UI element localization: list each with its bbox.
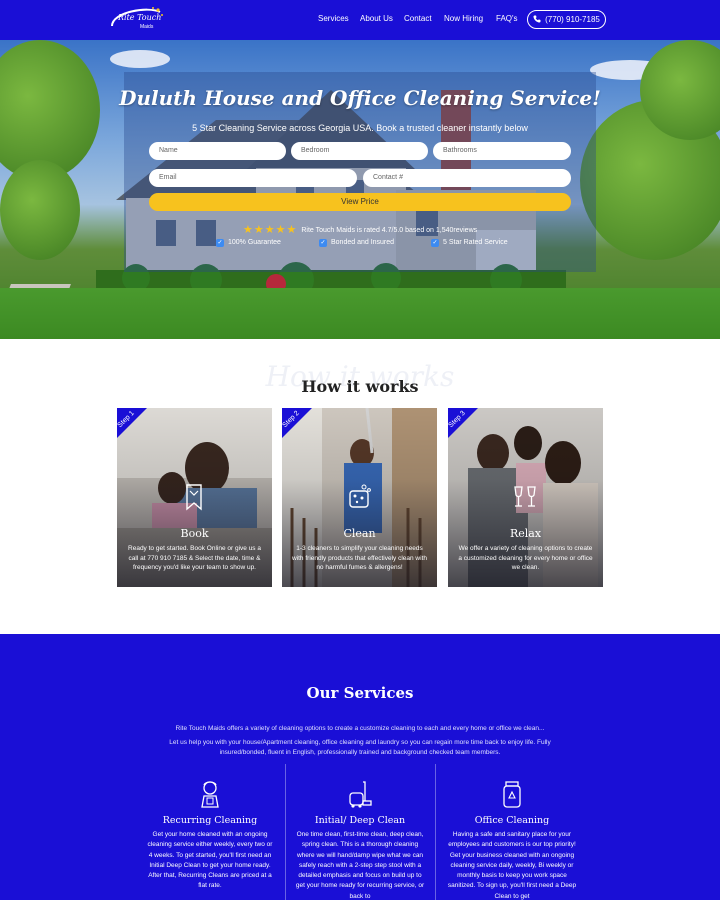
cloud	[110, 50, 170, 68]
feature-label: 100% Guarantee	[228, 239, 281, 246]
step-ribbon: Step 3	[448, 408, 486, 446]
nav-link-about-us[interactable]: About Us	[360, 14, 393, 23]
feature-label: 5 Star Rated Service	[443, 239, 508, 246]
spray-bottle-icon	[503, 781, 521, 808]
sponge-icon	[349, 484, 371, 508]
view-price-button[interactable]: View Price	[149, 193, 571, 211]
wine-glasses-icon	[514, 486, 536, 507]
service-name: Recurring Cleaning	[162, 815, 258, 826]
card-title: Book	[180, 527, 209, 540]
service-name: Initial/ Deep Clean	[314, 815, 406, 826]
phone-icon	[533, 15, 541, 23]
service-description: One time clean, first-time clean, deep c…	[295, 831, 425, 900]
tree	[0, 160, 80, 260]
maid-icon	[201, 781, 219, 808]
column-divider	[435, 764, 436, 900]
check-icon: ✓	[431, 239, 439, 247]
service-description: Having a safe and sanitary place for you…	[447, 831, 577, 900]
services-description: Let us help you with your house/Apartmen…	[169, 739, 551, 756]
nav-link-now-hiring[interactable]: Now Hiring	[444, 14, 483, 23]
rating-text: Rite Touch Maids is rated 4.7/5.0 based …	[301, 227, 478, 234]
column-divider	[285, 764, 286, 900]
rite-touch-logo[interactable]: Rite Touch Maids	[108, 4, 166, 36]
card-description: 1-3 cleaners to simplify your cleaning n…	[291, 545, 427, 571]
services-section: Our Services Rite Touch Maids offers a v…	[0, 634, 720, 900]
services-intro: Rite Touch Maids offers a variety of cle…	[175, 725, 545, 732]
nav-link-services[interactable]: Services	[318, 14, 349, 23]
bookmark-icon	[186, 484, 202, 511]
bathrooms-select[interactable]: Bathrooms	[433, 142, 571, 160]
star-icon: ★	[264, 224, 275, 236]
service-name: Office Cleaning	[474, 815, 550, 826]
card-description: Ready to get started. Book Online or giv…	[128, 545, 261, 571]
card-description: We offer a variety of cleaning options t…	[458, 545, 593, 571]
step-card-clean: Step 2 Clean 1-3 cleaners to simplify yo…	[282, 408, 437, 587]
feature-guarantee: ✓ 100% Guarantee	[216, 239, 281, 247]
logo-subtext: Maids	[140, 24, 154, 30]
tree	[0, 40, 100, 180]
card-title: Relax	[509, 527, 542, 540]
services-title: Our Services	[306, 684, 414, 702]
bedroom-select[interactable]: Bedroom	[291, 142, 428, 160]
step-card-book: Step 1 Book Ready to get started. Book O…	[117, 408, 272, 587]
feature-rated: ✓ 5 Star Rated Service	[431, 239, 508, 247]
top-navbar: Rite Touch Maids Services About Us Conta…	[0, 0, 720, 40]
feature-bonded: ✓ Bonded and Insured	[319, 239, 394, 247]
check-icon: ✓	[319, 239, 327, 247]
hero-section: Duluth House and Office Cleaning Service…	[0, 40, 720, 339]
phone-button[interactable]: (770) 910-7185	[527, 10, 606, 29]
vacuum-icon	[349, 781, 372, 808]
step-ribbon: Step 1	[117, 408, 155, 446]
logo-text: Rite Touch	[118, 13, 162, 22]
star-icon: ★	[243, 224, 253, 236]
rating-row: ★★★★★ Rite Touch Maids is rated 4.7/5.0 b…	[243, 220, 478, 236]
nav-link-contact[interactable]: Contact	[404, 14, 432, 23]
phone-number: (770) 910-7185	[545, 15, 600, 24]
contact-input[interactable]: Contact #	[363, 169, 571, 187]
email-input[interactable]: Email	[149, 169, 357, 187]
check-icon: ✓	[216, 239, 224, 247]
lawn	[0, 288, 720, 339]
hero-title: Duluth House and Office Cleaning Service…	[119, 86, 601, 110]
nav-link-faqs[interactable]: FAQ's	[496, 14, 518, 23]
service-description: Get your home cleaned with an ongoing cl…	[147, 831, 273, 890]
step-card-relax: Step 3 Relax We offer a variety of clean…	[448, 408, 603, 587]
star-icon: ★	[286, 224, 297, 236]
star-icon: ★	[275, 224, 286, 236]
step-ribbon: Step 2	[282, 408, 320, 446]
name-input[interactable]: Name	[149, 142, 286, 160]
feature-label: Bonded and Insured	[331, 239, 395, 246]
hero-subtitle: 5 Star Cleaning Service across Georgia U…	[192, 123, 528, 133]
card-title: Clean	[343, 527, 376, 540]
star-icon: ★	[253, 224, 264, 236]
how-it-works-title: How it works	[301, 377, 419, 396]
